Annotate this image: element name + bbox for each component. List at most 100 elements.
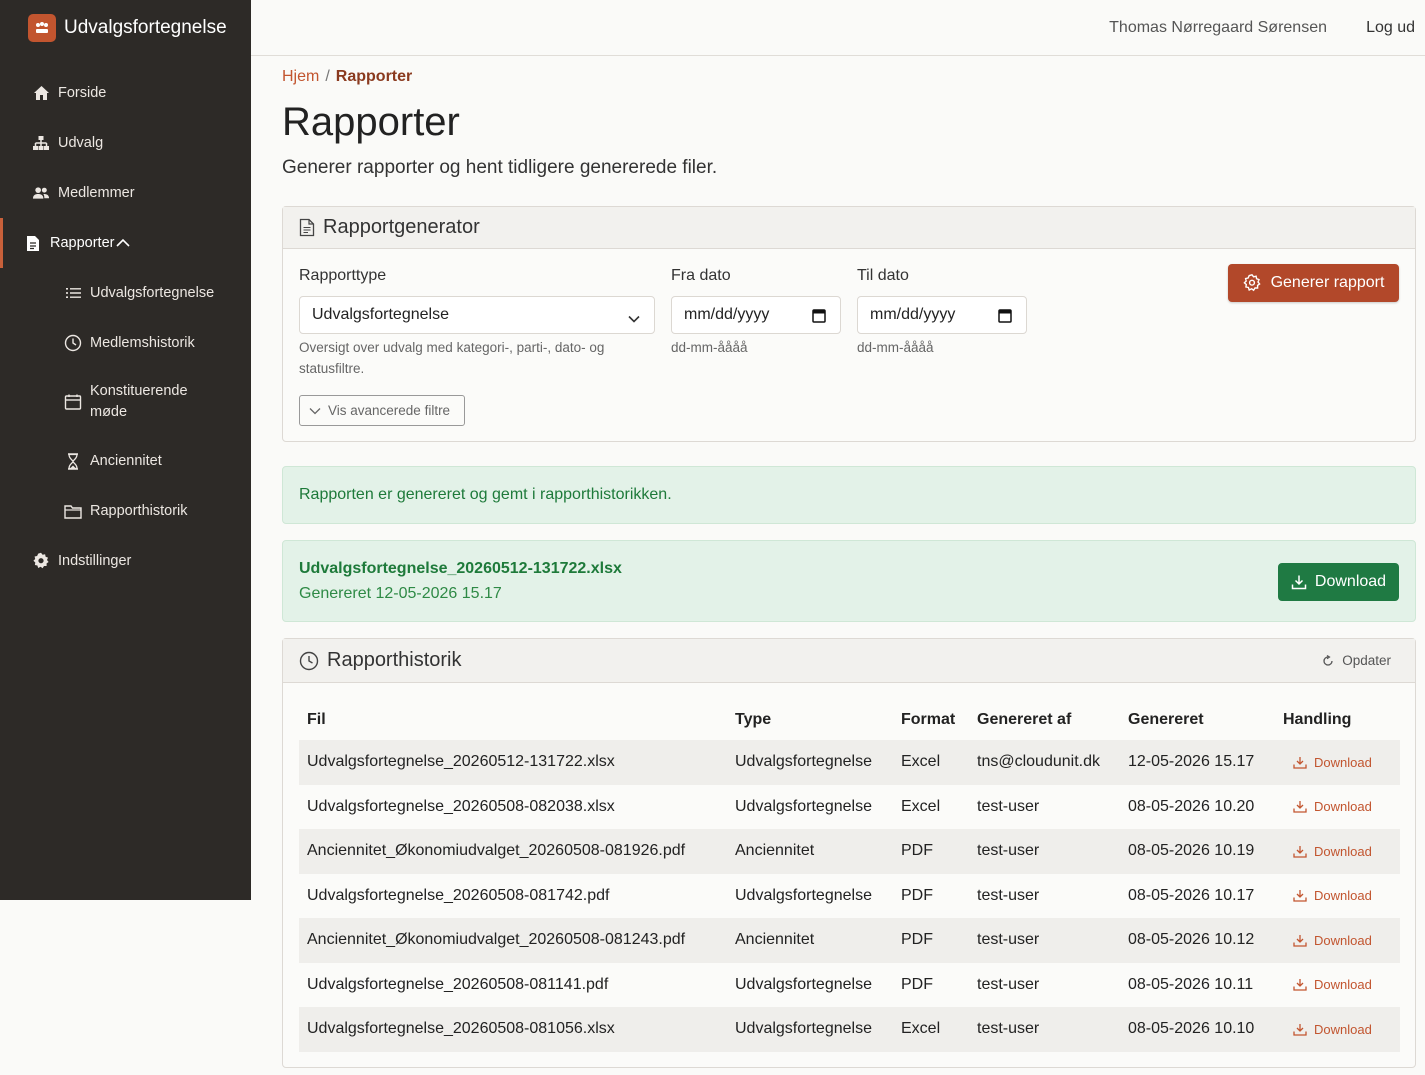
refresh-button[interactable]: Opdater [1322,653,1391,668]
page-title: Rapporter [282,100,460,144]
document-outline-icon [299,218,315,237]
download-icon [1293,845,1307,858]
cell-action: Download [1275,785,1400,830]
topbar: Thomas Nørregaard Sørensen Log ud [251,0,1425,56]
breadcrumb-separator: / [325,68,330,85]
success-alert-message: Rapporten er genereret og gemt i rapport… [299,486,672,503]
table-row: Anciennitet_Økonomiudvalget_20260508-081… [299,829,1400,874]
users-icon [32,184,50,202]
report-generator-title: Rapportgenerator [323,216,480,238]
row-download-label: Download [1314,888,1372,904]
report-generator-header: Rapportgenerator [283,207,1415,249]
download-icon [1293,934,1307,947]
main-content: Hjem / Rapporter Rapporter Generer rapport… [282,56,1416,1068]
row-download-link[interactable]: Download [1283,888,1400,903]
row-download-link[interactable]: Download [1283,1022,1400,1037]
row-download-label: Download [1314,932,1372,948]
hourglass-icon [64,452,82,470]
cell-action: Download [1275,874,1400,919]
report-history-header: Rapporthistorik Opdater [283,639,1415,683]
sidebar-nav: Forside Udvalg Medlemmer Rapporter Udval… [0,68,251,586]
row-download-link[interactable]: Download [1283,755,1400,770]
sidebar-subitem-label: Konstituerende møde [90,383,188,420]
breadcrumb: Hjem / Rapporter [282,68,1416,86]
to-date-input[interactable]: mm/dd/yyyy [857,296,1027,334]
cell-generated-by: test-user [977,975,1040,993]
cell-format: Excel [893,740,969,785]
list-icon [64,284,82,302]
sidebar-subitem-label: Medlemshistorik [90,335,195,351]
cell-file: Udvalgsfortegnelse_20260508-082038.xlsx [307,797,615,815]
sidebar-subitem-udvalgsfortegnelse[interactable]: Udvalgsfortegnelse [0,268,251,318]
cell-generated-by: tns@cloudunit.dk [969,740,1120,785]
cell-generated-by: test-user [969,829,1120,874]
column-header-type[interactable]: Type [727,699,893,740]
latest-download-label: Download [1314,573,1387,590]
document-icon [24,234,42,252]
download-icon [1291,574,1307,590]
row-download-label: Download [1314,1021,1372,1037]
sidebar-item-udvalg[interactable]: Udvalg [0,118,251,168]
cell-generated: 08-05-2026 10.11 [1128,975,1254,993]
cell-format: PDF [901,975,933,993]
generate-report-button[interactable]: Generer rapport [1228,264,1399,302]
row-download-link[interactable]: Download [1283,844,1400,859]
advanced-filters-button[interactable]: Vis avancerede filtre [299,395,465,426]
chevron-down-icon [628,310,640,328]
sidebar-item-indstillinger[interactable]: Indstillinger [0,536,251,586]
row-download-label: Download [1314,799,1372,815]
user-name: Thomas Nørregaard Sørensen [1109,19,1327,36]
sidebar-subitem-medlemshistorik[interactable]: Medlemshistorik [0,318,251,368]
report-type-select[interactable]: Udvalgsfortegnelse [299,296,655,334]
report-type-value: Udvalgsfortegnelse [312,306,449,323]
from-date-input[interactable]: mm/dd/yyyy [671,296,841,334]
sidebar-item-rapporter[interactable]: Rapporter [0,218,251,268]
cell-generated: 08-05-2026 10.20 [1128,797,1255,815]
to-date-hint: dd-mm-åååå [857,340,934,355]
home-icon [32,84,50,102]
row-download-link[interactable]: Download [1283,799,1400,814]
sidebar-item-forside[interactable]: Forside [0,68,251,118]
brand-title: Udvalgsfortegnelse [64,17,227,38]
logout-link[interactable]: Log ud [1366,19,1415,37]
cell-file: Udvalgsfortegnelse_20260508-081056.xlsx [299,1007,727,1052]
cell-type: Anciennitet [727,829,893,874]
sidebar-item-medlemmer[interactable]: Medlemmer [0,168,251,218]
table-row: Anciennitet_Økonomiudvalget_20260508-081… [299,918,1400,963]
history-clock-icon [299,651,319,671]
report-type-hint: Oversigt over udvalg med kategori-, part… [299,340,605,376]
cell-file: Udvalgsfortegnelse_20260512-131722.xlsx [299,740,727,785]
brand[interactable]: Udvalgsfortegnelse [0,0,251,56]
breadcrumb-home-link[interactable]: Hjem [282,68,319,85]
latest-download-button[interactable]: Download [1278,563,1399,601]
row-download-label: Download [1314,843,1372,859]
calendar-picker-icon[interactable] [998,308,1012,328]
cell-generated: 08-05-2026 10.12 [1120,918,1275,963]
refresh-icon [1322,654,1334,667]
cell-type: Udvalgsfortegnelse [727,740,893,785]
column-header-generated-by[interactable]: Genereret af [969,699,1120,740]
row-download-link[interactable]: Download [1283,933,1400,948]
gear-icon [1242,274,1261,292]
cell-format: PDF [901,886,933,904]
sidebar-item-label: Indstillinger [58,553,132,569]
table-row: Udvalgsfortegnelse_20260508-081141.pdf U… [299,963,1400,1008]
sidebar-subitem-konstituerende-mode[interactable]: Konstituerende møde [0,368,251,436]
sidebar-subitem-rapporthistorik[interactable]: Rapporthistorik [0,486,251,536]
sidebar-subitem-anciennitet[interactable]: Anciennitet [0,436,251,486]
cell-generated: 12-05-2026 15.17 [1120,740,1275,785]
history-table: Fil Type Format Genereret af Genereret H… [299,699,1400,1052]
column-header-file[interactable]: Fil [299,699,727,740]
calendar-picker-icon[interactable] [812,308,826,328]
cell-format: PDF [893,829,969,874]
column-header-format[interactable]: Format [893,699,969,740]
row-download-link[interactable]: Download [1283,977,1400,992]
cell-generated-by: test-user [977,797,1040,815]
column-header-generated[interactable]: Genereret [1120,699,1275,740]
sidebar-item-label: Medlemmer [58,185,135,201]
cell-action: Download [1275,829,1400,874]
report-history-card: Rapporthistorik Opdater Fil Type Format … [282,638,1416,1068]
table-row: Udvalgsfortegnelse_20260512-131722.xlsx … [299,740,1400,785]
cell-action: Download [1275,1007,1400,1052]
cell-generated: 08-05-2026 10.10 [1120,1007,1275,1052]
